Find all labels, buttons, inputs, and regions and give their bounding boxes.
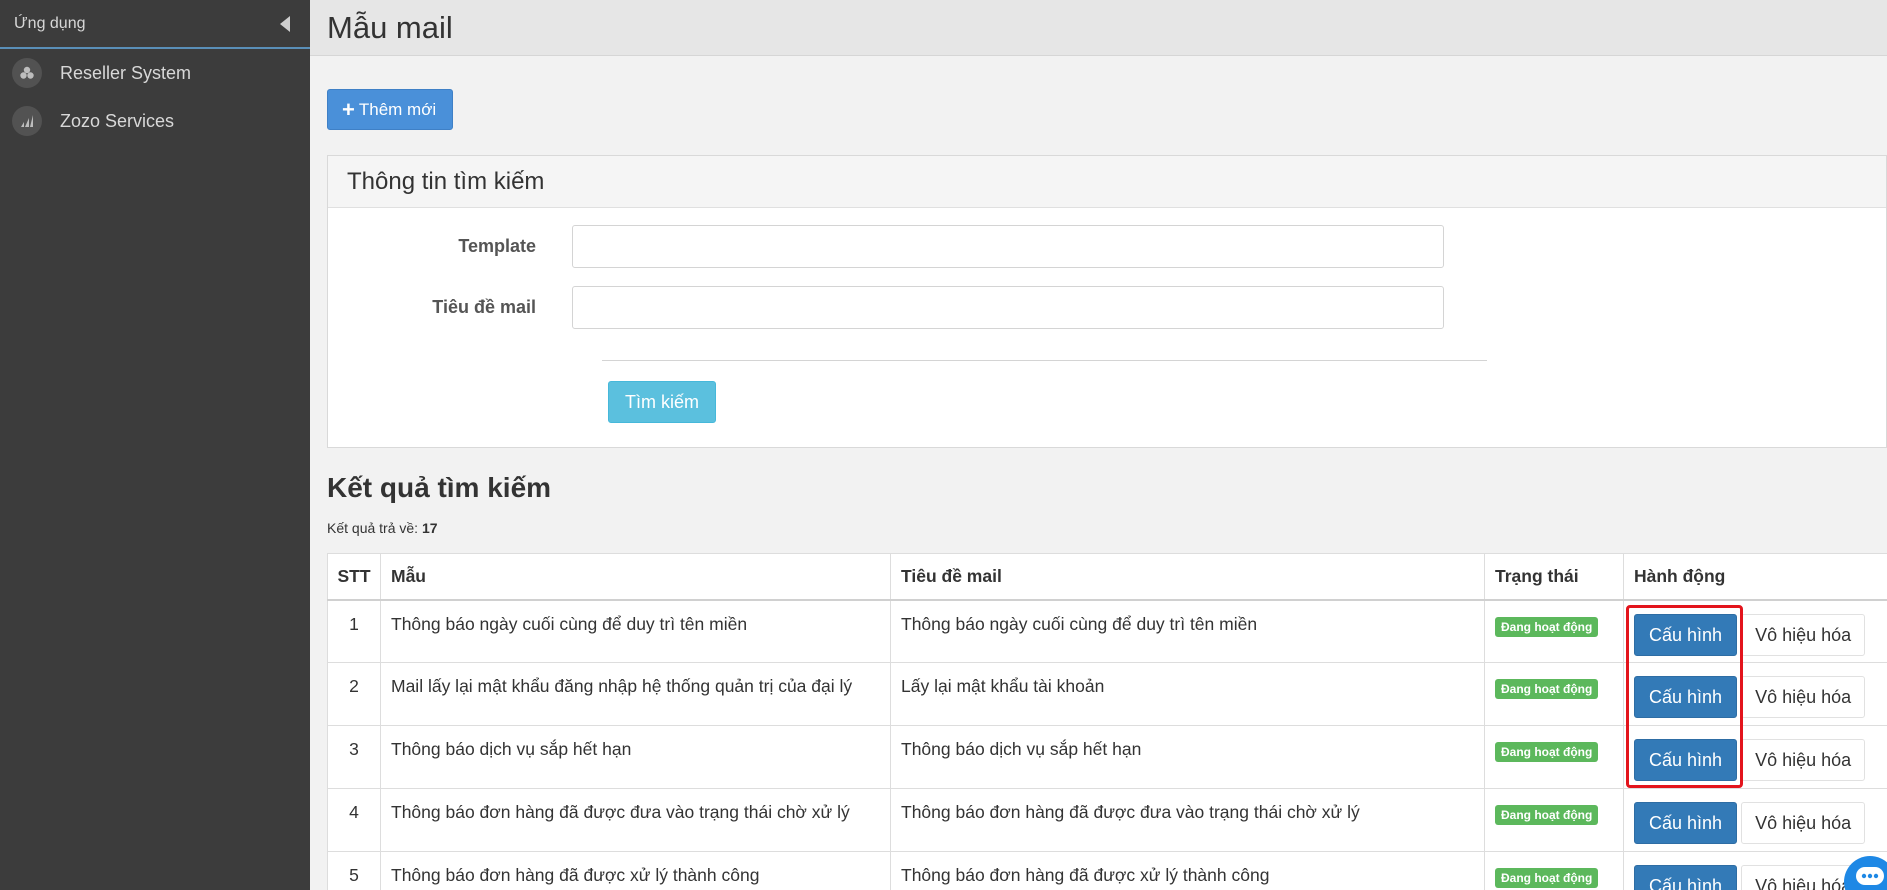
disable-button[interactable]: Vô hiệu hóa [1741,676,1866,718]
plus-icon: + [342,96,355,122]
row-status-cell: Đang hoạt động [1484,662,1624,726]
cluster-icon [12,58,42,88]
row-actions: Cấu hình Vô hiệu hóa [1623,725,1887,789]
row-subject: Thông báo dịch vụ sắp hết hạn [890,725,1485,789]
status-badge: Đang hoạt động [1495,616,1599,637]
config-button[interactable]: Cấu hình [1634,739,1738,781]
status-badge: Đang hoạt động [1495,805,1599,825]
chat-icon [1856,867,1884,885]
results-count-label: Kết quả trả về: [327,520,419,536]
row-template: Thông báo dịch vụ sắp hết hạn [380,725,891,789]
table-header-row: STT Mẫu Tiêu đề mail Trạng thái Hành độn… [327,553,1887,601]
config-button[interactable]: Cấu hình [1634,613,1738,656]
row-status-cell: Đang hoạt động [1484,599,1624,663]
status-badge: Đang hoạt động [1495,742,1599,762]
disable-button[interactable]: Vô hiệu hóa [1741,739,1866,781]
bars-icon [12,106,42,136]
column-header-status: Trạng thái [1484,553,1624,601]
add-new-button[interactable]: + Thêm mới [327,89,454,130]
disable-button[interactable]: Vô hiệu hóa [1741,613,1866,656]
config-button[interactable]: Cấu hình [1634,676,1738,718]
row-subject: Thông báo đơn hàng đã được đưa vào trạng… [890,788,1485,852]
row-actions: Cấu hình Vô hiệu hóa [1623,788,1887,852]
row-template: Thông báo đơn hàng đã được đưa vào trạng… [380,788,891,852]
subject-form-row: Tiêu đề mail [328,286,1444,329]
sidebar-header-title: Ứng dụng [14,14,86,32]
results-count: Kết quả trả về: 17 [327,520,438,536]
row-stt: 3 [327,725,381,789]
page-header: Mẫu mail [310,0,1887,56]
row-subject: Thông báo ngày cuối cùng để duy trì tên … [890,599,1485,663]
row-stt: 2 [327,662,381,726]
results-count-value: 17 [421,520,438,536]
row-stt: 4 [327,788,381,852]
table-row: 3 Thông báo dịch vụ sắp hết hạn Thông bá… [327,725,1887,789]
sidebar-item-label: Zozo Services [60,110,175,131]
table-row: 4 Thông báo đơn hàng đã được đưa vào trạ… [327,788,1887,852]
sidebar-header: Ứng dụng [0,0,310,49]
row-subject: Thông báo đơn hàng đã được xử lý thành c… [890,851,1485,890]
template-form-row: Template [328,225,1444,268]
row-actions: Cấu hình Vô hiệu hóa [1623,662,1887,726]
status-badge: Đang hoạt động [1495,868,1599,888]
disable-button[interactable]: Vô hiệu hóa [1741,802,1866,844]
form-divider [602,360,1487,361]
table-row: 5 Thông báo đơn hàng đã được xử lý thành… [327,851,1887,890]
template-label: Template [458,236,536,256]
results-table: STT Mẫu Tiêu đề mail Trạng thái Hành độn… [327,553,1887,890]
search-panel-heading: Thông tin tìm kiếm [328,156,1886,208]
search-button[interactable]: Tìm kiếm [608,381,716,423]
page-title: Mẫu mail [327,9,453,45]
row-template: Thông báo ngày cuối cùng để duy trì tên … [380,599,891,663]
row-template: Thông báo đơn hàng đã được xử lý thành c… [380,851,891,890]
row-actions: Cấu hình Vô hiệu hóa [1623,599,1887,663]
column-header-subject: Tiêu đề mail [890,553,1485,601]
sidebar-item-zozo-services[interactable]: Zozo Services [0,97,310,145]
row-status-cell: Đang hoạt động [1484,851,1624,890]
row-status-cell: Đang hoạt động [1484,725,1624,789]
sidebar: Ứng dụng Reseller System Zozo Services [0,0,310,890]
subject-label: Tiêu đề mail [432,297,536,317]
sidebar-item-reseller-system[interactable]: Reseller System [0,49,310,97]
config-button[interactable]: Cấu hình [1634,802,1738,844]
collapse-sidebar-icon[interactable] [280,15,290,32]
main-content: Mẫu mail + Thêm mới Thông tin tìm kiếm T… [310,0,1887,890]
template-input[interactable] [572,225,1444,268]
add-new-label: Thêm mới [358,99,437,119]
column-header-template: Mẫu [380,553,891,601]
row-stt: 5 [327,851,381,890]
table-row: 2 Mail lấy lại mật khẩu đăng nhập hệ thố… [327,662,1887,726]
column-header-stt: STT [327,553,381,601]
config-button[interactable]: Cấu hình [1634,865,1738,890]
sidebar-item-label: Reseller System [60,62,192,83]
row-subject: Lấy lại mật khẩu tài khoản [890,662,1485,726]
search-panel: Thông tin tìm kiếm Template Tiêu đề mail… [327,155,1887,448]
subject-input[interactable] [572,286,1444,329]
results-title: Kết quả tìm kiếm [327,472,552,503]
row-stt: 1 [327,599,381,663]
table-row: 1 Thông báo ngày cuối cùng để duy trì tê… [327,599,1887,663]
row-status-cell: Đang hoạt động [1484,788,1624,852]
status-badge: Đang hoạt động [1495,679,1599,699]
column-header-actions: Hành động [1623,553,1887,601]
row-template: Mail lấy lại mật khẩu đăng nhập hệ thống… [380,662,891,726]
